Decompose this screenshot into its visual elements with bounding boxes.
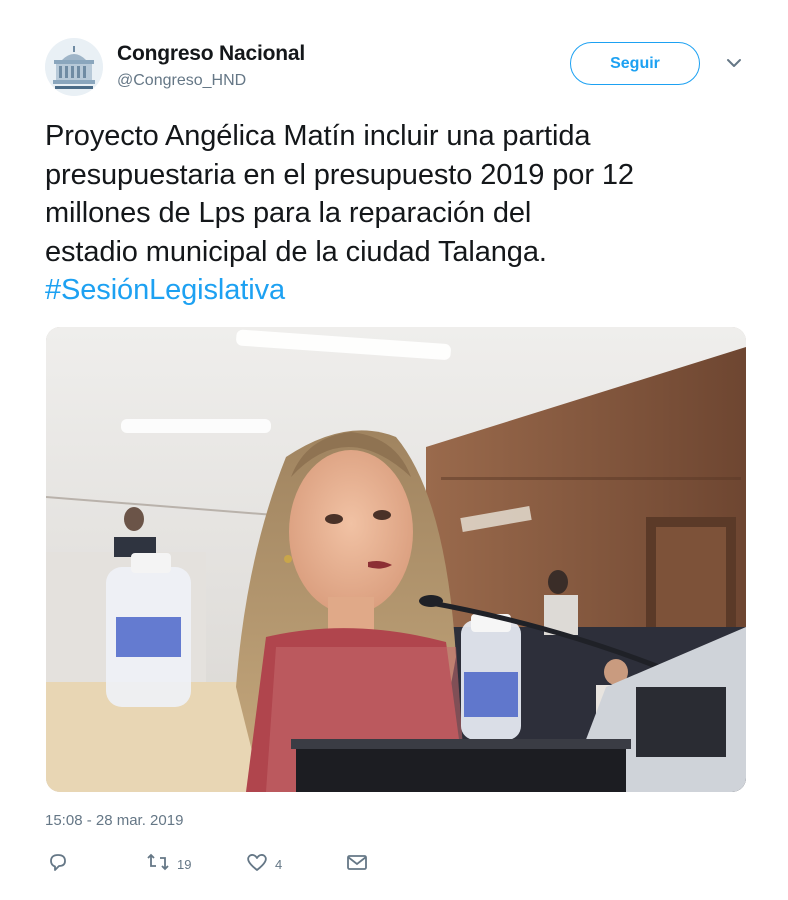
- hashtag-link[interactable]: #SesiónLegislativa: [45, 271, 755, 310]
- tweet-header: Congreso Nacional @Congreso_HND Seguir: [45, 38, 750, 98]
- tweet-timestamp[interactable]: 15:08 - 28 mar. 2019: [45, 812, 183, 829]
- heart-icon: [245, 851, 269, 878]
- tweet-text-line: presupuestaria en el presupuesto 2019 po…: [45, 158, 634, 191]
- tweet-text: Proyecto Angélica Matín incluir una part…: [45, 117, 755, 310]
- follow-button[interactable]: Seguir: [570, 42, 700, 85]
- avatar[interactable]: [45, 38, 103, 96]
- tweet-text-line: Proyecto Angélica Matín incluir una part…: [45, 120, 591, 152]
- reply-button[interactable]: [47, 850, 69, 878]
- like-button[interactable]: 4: [245, 850, 282, 878]
- display-name[interactable]: Congreso Nacional: [117, 42, 305, 66]
- retweet-count: 19: [177, 856, 192, 872]
- tweet-photo[interactable]: [46, 327, 746, 792]
- retweet-icon: [145, 851, 171, 878]
- envelope-icon: [345, 851, 369, 878]
- tweet-actions: 19 4: [45, 850, 445, 880]
- reply-icon: [47, 851, 69, 878]
- congress-logo-icon: [45, 38, 103, 96]
- user-handle[interactable]: @Congreso_HND: [117, 72, 305, 90]
- tweet-text-line: millones de Lps para la reparación del: [45, 197, 532, 229]
- direct-message-button[interactable]: [345, 850, 369, 878]
- chevron-down-icon[interactable]: [723, 52, 745, 74]
- tweet-text-line: estadio municipal de la ciudad Talanga.: [45, 235, 547, 268]
- retweet-button[interactable]: 19: [145, 850, 191, 878]
- like-count: 4: [275, 856, 283, 872]
